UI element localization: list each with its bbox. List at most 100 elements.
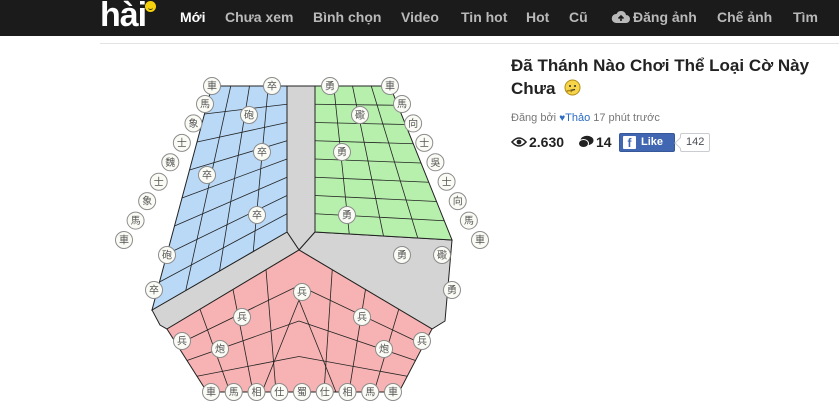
river-band-0 [286,85,316,251]
piece-label: 兵 [177,335,187,348]
post-title[interactable]: Đã Thánh Nào Chơi Thể Loại Cờ Này Chưa [511,54,831,100]
piece-label: 士 [177,136,187,149]
game-piece: 車 [471,231,489,249]
game-piece: 象 [184,114,203,133]
piece-label: 車 [475,234,485,247]
piece-label: 車 [119,234,129,247]
like-label: Like [641,136,664,148]
game-piece: 砲 [158,246,176,264]
game-piece: 兵 [173,332,191,350]
like-count: 142 [680,133,711,152]
logo-text: hài [100,0,147,34]
game-piece: 勇 [333,143,351,161]
nav-item-chua-xem[interactable]: Chưa xem [225,0,294,36]
game-piece: 仕 [315,383,334,401]
piece-label: 馬 [397,99,407,111]
content-divider [100,43,839,44]
nav-item-tin-hot[interactable]: Tin hot [461,0,507,36]
thinking-face-icon [564,79,581,96]
nav-item-tim[interactable]: Tìm [793,0,818,36]
game-piece: 象 [138,192,157,211]
game-piece: 兵 [413,332,431,350]
piece-label: 相 [252,386,262,399]
piece-label: 士 [154,175,164,188]
game-piece: 馬 [459,211,478,230]
nav-item-binh-chon[interactable]: Bình chọn [313,0,381,36]
piece-label: 馬 [229,387,239,399]
piece-label: 車 [206,386,216,399]
piece-label: 勇 [447,285,457,297]
facebook-like-button[interactable]: f Like [619,133,675,152]
game-piece: 卒 [263,77,281,95]
game-piece: 卒 [145,281,163,299]
game-piece: 馬 [196,95,214,113]
piece-label: 砲 [162,249,172,262]
game-piece: 勇 [321,77,339,95]
nav-item-hot[interactable]: Hot [526,0,549,36]
piece-label: 卒 [202,169,212,182]
piece-label: 勇 [325,81,335,93]
author-link[interactable]: Thảo [565,112,590,124]
piece-label: 卒 [149,284,159,297]
posted-by-label: Đăng bởi [511,112,560,124]
game-piece: 勇 [338,206,356,224]
game-piece: 勇 [443,281,461,299]
game-piece: 礮 [433,246,451,264]
game-piece: 士 [415,133,434,152]
nav-item-moi[interactable]: Mới [180,0,206,36]
game-piece: 蜀 [293,383,311,401]
piece-label: 卒 [257,146,267,159]
piece-label: 蜀 [297,387,307,399]
game-piece: 士 [149,172,168,191]
piece-label: 仕 [320,386,330,399]
nav-item-video[interactable]: Video [401,0,439,36]
three-player-chess-board-image[interactable]: 車卒馬象士魏士象馬車砲卒卒卒砲卒勇 車馬向士吳士向馬車礮勇勇勇 礮勇車馬相仕蜀仕相馬… [112,75,496,403]
piece-label: 車 [207,80,217,93]
piece-label: 兵 [357,311,367,324]
piece-label: 馬 [365,387,375,399]
piece-label: 砲 [244,109,254,122]
game-piece: 卒 [198,166,216,184]
piece-label: 魏 [165,156,175,169]
piece-label: 象 [142,196,152,208]
game-piece: 車 [115,231,133,249]
game-piece: 馬 [361,383,380,401]
piece-label: 士 [442,175,452,188]
piece-label: 馬 [200,99,210,111]
piece-label: 兵 [417,335,427,348]
game-piece: 相 [247,383,266,401]
game-piece: 礮 [351,106,369,124]
game-piece: 車 [202,383,220,401]
game-piece: 卒 [253,143,271,161]
piece-label: 勇 [397,250,407,262]
game-piece: 仕 [270,383,289,401]
game-piece: 車 [381,77,399,95]
piece-label: 相 [343,386,353,399]
piece-label: 卒 [267,80,277,93]
game-piece: 砲 [240,106,258,124]
game-piece: 魏 [161,153,180,172]
nav-item-cu[interactable]: Cũ [569,0,588,36]
game-piece: 馬 [224,383,243,401]
piece-label: 車 [385,80,395,93]
piece-label: 馬 [131,215,141,227]
piece-label: 炮 [215,343,225,356]
game-piece: 兵 [293,283,311,301]
piece-label: 車 [388,386,398,399]
game-piece: 馬 [393,95,411,113]
piece-label: 向 [453,195,463,208]
game-piece: 兵 [233,308,251,326]
post-meta: Đăng bởi ♥Thảo 17 phút trước [511,112,660,124]
nav-item-che-anh[interactable]: Chế ảnh [717,0,772,36]
piece-label: 馬 [464,215,474,227]
game-piece: 向 [404,114,423,133]
comment-count: 14 [596,134,612,150]
piece-label: 仕 [274,386,284,399]
piece-label: 勇 [342,210,352,222]
game-piece: 炮 [375,340,393,358]
game-piece: 馬 [126,211,145,230]
facebook-icon: f [623,136,636,150]
piece-label: 兵 [297,286,307,299]
post-title-text: Đã Thánh Nào Chơi Thể Loại Cờ Này Chưa [511,56,810,98]
nav-item-dang-anh[interactable]: Đăng ảnh [633,0,697,36]
